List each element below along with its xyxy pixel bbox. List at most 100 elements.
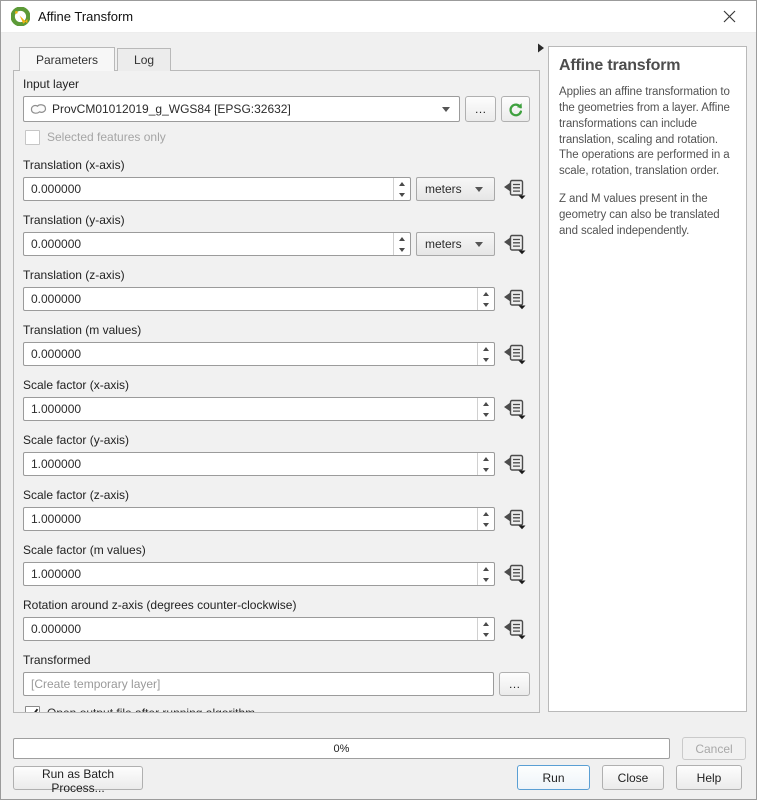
translation-y-unit-value: meters [425,237,475,251]
cancel-button[interactable]: Cancel [682,737,746,760]
arrow-up-icon [483,457,489,461]
scale-m-label: Scale factor (m values) [23,543,530,558]
scale-z-label: Scale factor (z-axis) [23,488,530,503]
arrow-up-icon [399,237,405,241]
spin-down-button[interactable] [394,189,410,200]
arrow-up-icon [483,622,489,626]
close-button[interactable]: Close [602,765,664,790]
tab-log[interactable]: Log [117,48,171,71]
spin-up-button[interactable] [394,178,410,189]
data-defined-override-icon [503,619,527,640]
translation-z-override-button[interactable] [500,287,530,311]
transformed-browse-button[interactable]: … [499,672,530,696]
window-title: Affine Transform [38,9,133,24]
scale-z-override-button[interactable] [500,507,530,531]
arrow-down-icon [483,303,489,307]
selected-features-label: Selected features only [47,130,166,144]
data-defined-override-icon [503,289,527,310]
run-as-batch-button[interactable]: Run as Batch Process... [13,766,143,790]
arrow-down-icon [483,578,489,582]
spin-up-button[interactable] [478,343,494,354]
arrow-up-icon [483,402,489,406]
chevron-down-icon [442,107,450,112]
input-layer-label: Input layer [23,77,530,92]
spin-down-button[interactable] [478,574,494,585]
arrow-up-icon [483,292,489,296]
scale-y-spinbox[interactable]: 1.000000 [23,452,495,476]
arrow-down-icon [399,193,405,197]
chevron-down-icon [475,187,483,192]
open-output-row: Open output file after running algorithm [25,704,530,713]
spin-up-button[interactable] [478,508,494,519]
spin-up-button[interactable] [478,563,494,574]
scale-m-override-button[interactable] [500,562,530,586]
open-output-checkbox[interactable] [25,706,40,714]
scale-x-value: 1.000000 [24,398,477,420]
spin-up-button[interactable] [394,233,410,244]
input-layer-combobox[interactable]: ProvCM01012019_g_WGS84 [EPSG:32632] [23,96,460,122]
spin-up-button[interactable] [478,288,494,299]
spin-up-button[interactable] [478,398,494,409]
arrow-down-icon [483,358,489,362]
transformed-output-input[interactable]: [Create temporary layer] [23,672,494,696]
arrow-down-icon [399,248,405,252]
spin-down-button[interactable] [478,519,494,530]
translation-y-override-button[interactable] [500,232,530,256]
translation-m-spinbox[interactable]: 0.000000 [23,342,495,366]
data-defined-override-icon [503,509,527,530]
translation-y-spinbox[interactable]: 0.000000 [23,232,411,256]
rotation-z-spinbox[interactable]: 0.000000 [23,617,495,641]
chevron-down-icon [475,242,483,247]
help-panel-collapse-arrow-icon[interactable] [535,42,547,54]
spin-down-button[interactable] [478,629,494,640]
arrow-up-icon [399,182,405,186]
scale-x-spinbox[interactable]: 1.000000 [23,397,495,421]
translation-m-value: 0.000000 [24,343,477,365]
affine-transform-dialog: Affine Transform Parameters Log Input la… [0,0,757,800]
scale-x-override-button[interactable] [500,397,530,421]
scale-y-override-button[interactable] [500,452,530,476]
translation-m-override-button[interactable] [500,342,530,366]
translation-z-spinbox[interactable]: 0.000000 [23,287,495,311]
help-panel: Affine transform Applies an affine trans… [548,46,747,712]
tab-bar: Parameters Log [19,48,173,71]
scale-x-label: Scale factor (x-axis) [23,378,530,393]
translation-y-value: 0.000000 [24,233,393,255]
data-defined-override-icon [503,179,527,200]
translation-x-unit-combobox[interactable]: meters [416,177,495,201]
progress-text: 0% [334,743,350,755]
spin-up-button[interactable] [478,453,494,464]
translation-y-unit-combobox[interactable]: meters [416,232,495,256]
scale-m-value: 1.000000 [24,563,477,585]
selected-features-checkbox[interactable] [25,130,40,145]
spin-down-button[interactable] [394,244,410,255]
spin-down-button[interactable] [478,409,494,420]
window-close-button[interactable] [708,1,750,32]
input-layer-browse-button[interactable]: … [465,96,496,122]
checkmark-icon [27,708,39,714]
spin-down-button[interactable] [478,354,494,365]
transformed-label: Transformed [23,653,530,668]
run-button[interactable]: Run [517,765,590,790]
spin-up-button[interactable] [478,618,494,629]
translation-x-spinbox[interactable]: 0.000000 [23,177,411,201]
translation-x-override-button[interactable] [500,177,530,201]
help-button[interactable]: Help [676,765,742,790]
close-icon [723,10,736,23]
help-paragraph: Z and M values present in the geometry c… [559,192,736,240]
spin-down-button[interactable] [478,464,494,475]
scale-y-label: Scale factor (y-axis) [23,433,530,448]
tab-parameters[interactable]: Parameters [19,47,115,71]
scale-m-spinbox[interactable]: 1.000000 [23,562,495,586]
parameters-panel: Input layer ProvCM01012019_g_WGS84 [EPSG… [13,70,540,713]
rotation-z-override-button[interactable] [500,617,530,641]
scale-y-value: 1.000000 [24,453,477,475]
help-paragraph: Applies an affine transformation to the … [559,85,736,180]
iterate-over-layer-button[interactable] [501,96,530,122]
title-bar: Affine Transform [1,1,756,33]
spin-down-button[interactable] [478,299,494,310]
data-defined-override-icon [503,399,527,420]
scale-z-spinbox[interactable]: 1.000000 [23,507,495,531]
translation-z-value: 0.000000 [24,288,477,310]
data-defined-override-icon [503,564,527,585]
